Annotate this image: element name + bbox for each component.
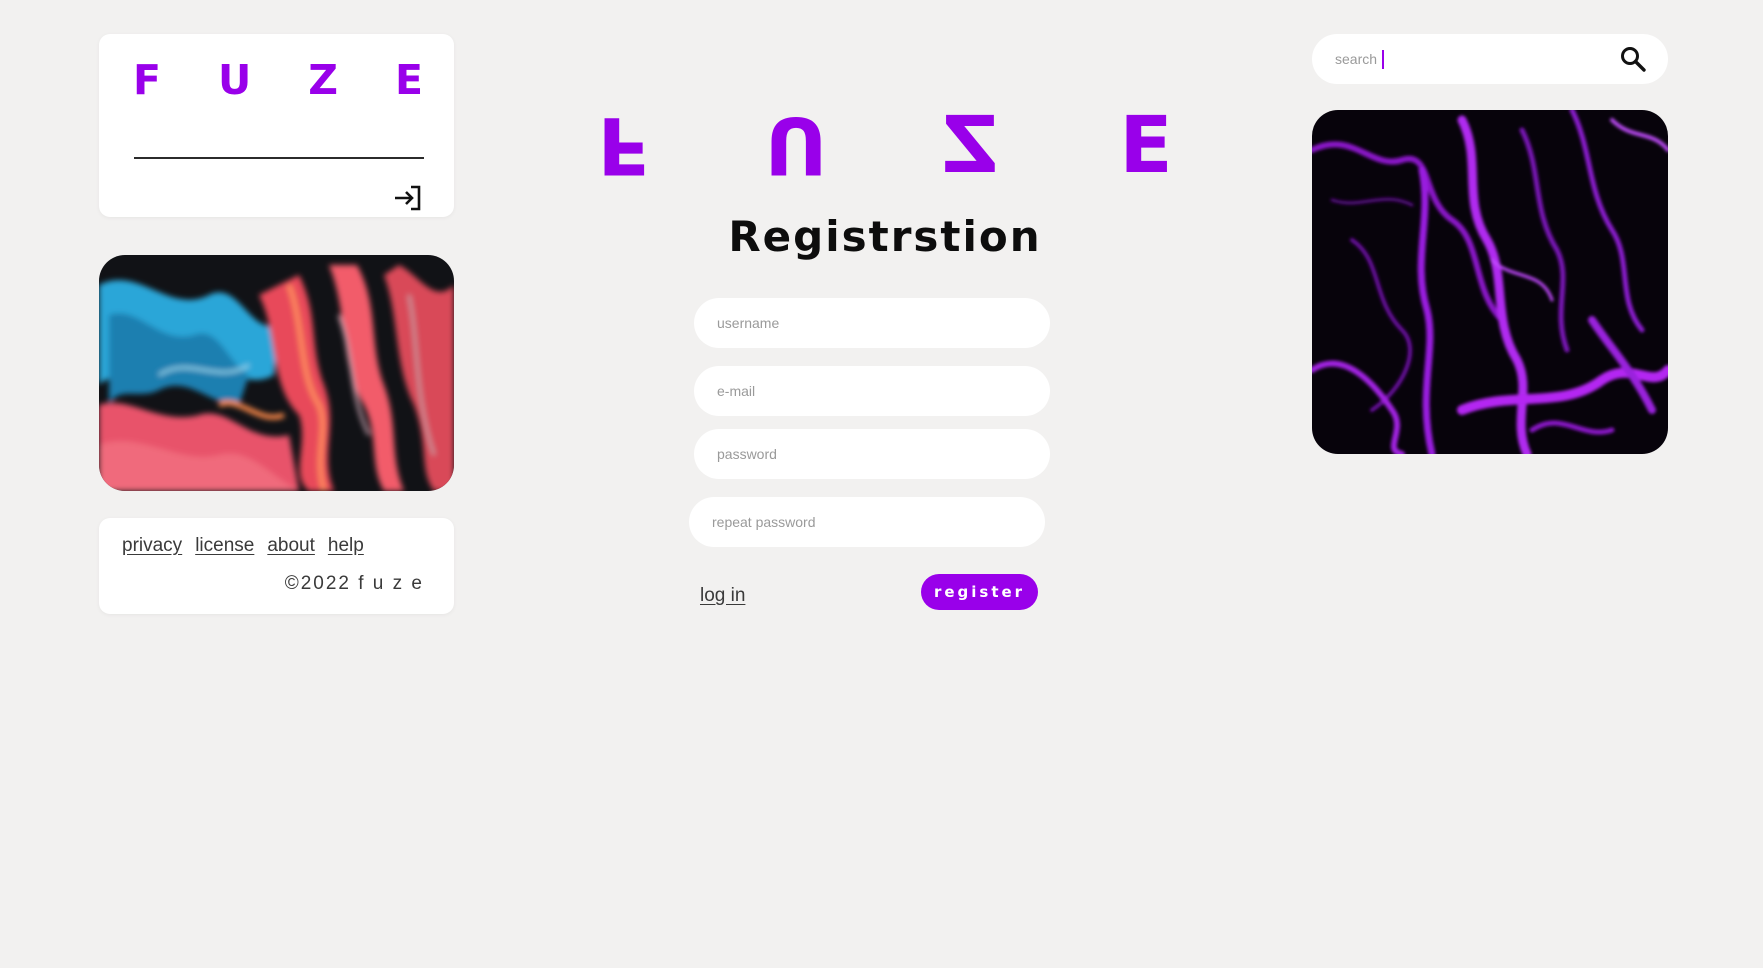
search-icon[interactable]	[1619, 45, 1647, 73]
logo-divider	[134, 157, 424, 159]
logo-letter: U	[217, 56, 252, 104]
username-field[interactable]	[694, 298, 1050, 348]
login-link[interactable]: log in	[700, 585, 745, 607]
password-field[interactable]	[694, 429, 1050, 479]
repeat-password-field[interactable]	[689, 497, 1045, 547]
logo-letter: Z	[308, 56, 338, 104]
privacy-link[interactable]: privacy	[122, 535, 182, 557]
brand-logo-large: F U Z E	[600, 110, 1170, 180]
big-logo-letter: E	[1119, 110, 1170, 180]
brand-logo: F U Z E	[133, 60, 423, 101]
license-link[interactable]: license	[195, 535, 254, 557]
email-field[interactable]	[694, 366, 1050, 416]
abstract-art-image-left	[99, 255, 454, 491]
page-title: Registrstion	[728, 212, 1042, 261]
big-logo-letter: U	[764, 110, 827, 180]
registration-page: F U Z E privacy license about help ©2022…	[0, 0, 1763, 968]
login-icon[interactable]	[392, 182, 424, 214]
text-caret	[1382, 50, 1384, 69]
logo-card: F U Z E	[99, 34, 454, 217]
big-logo-letter: Z	[942, 110, 999, 180]
help-link[interactable]: help	[328, 535, 364, 557]
abstract-art-image-right	[1312, 110, 1668, 454]
logo-letter: E	[394, 56, 423, 104]
about-link[interactable]: about	[267, 535, 315, 557]
logo-letter: F	[133, 56, 162, 104]
search-box	[1312, 34, 1668, 84]
register-button[interactable]: register	[921, 574, 1038, 610]
big-logo-letter: F	[600, 110, 651, 180]
copyright-text: ©2022 f u z e	[284, 573, 424, 594]
footer-card: privacy license about help ©2022 f u z e	[99, 518, 454, 614]
search-input[interactable]	[1335, 34, 1595, 84]
footer-links: privacy license about help	[122, 535, 364, 557]
